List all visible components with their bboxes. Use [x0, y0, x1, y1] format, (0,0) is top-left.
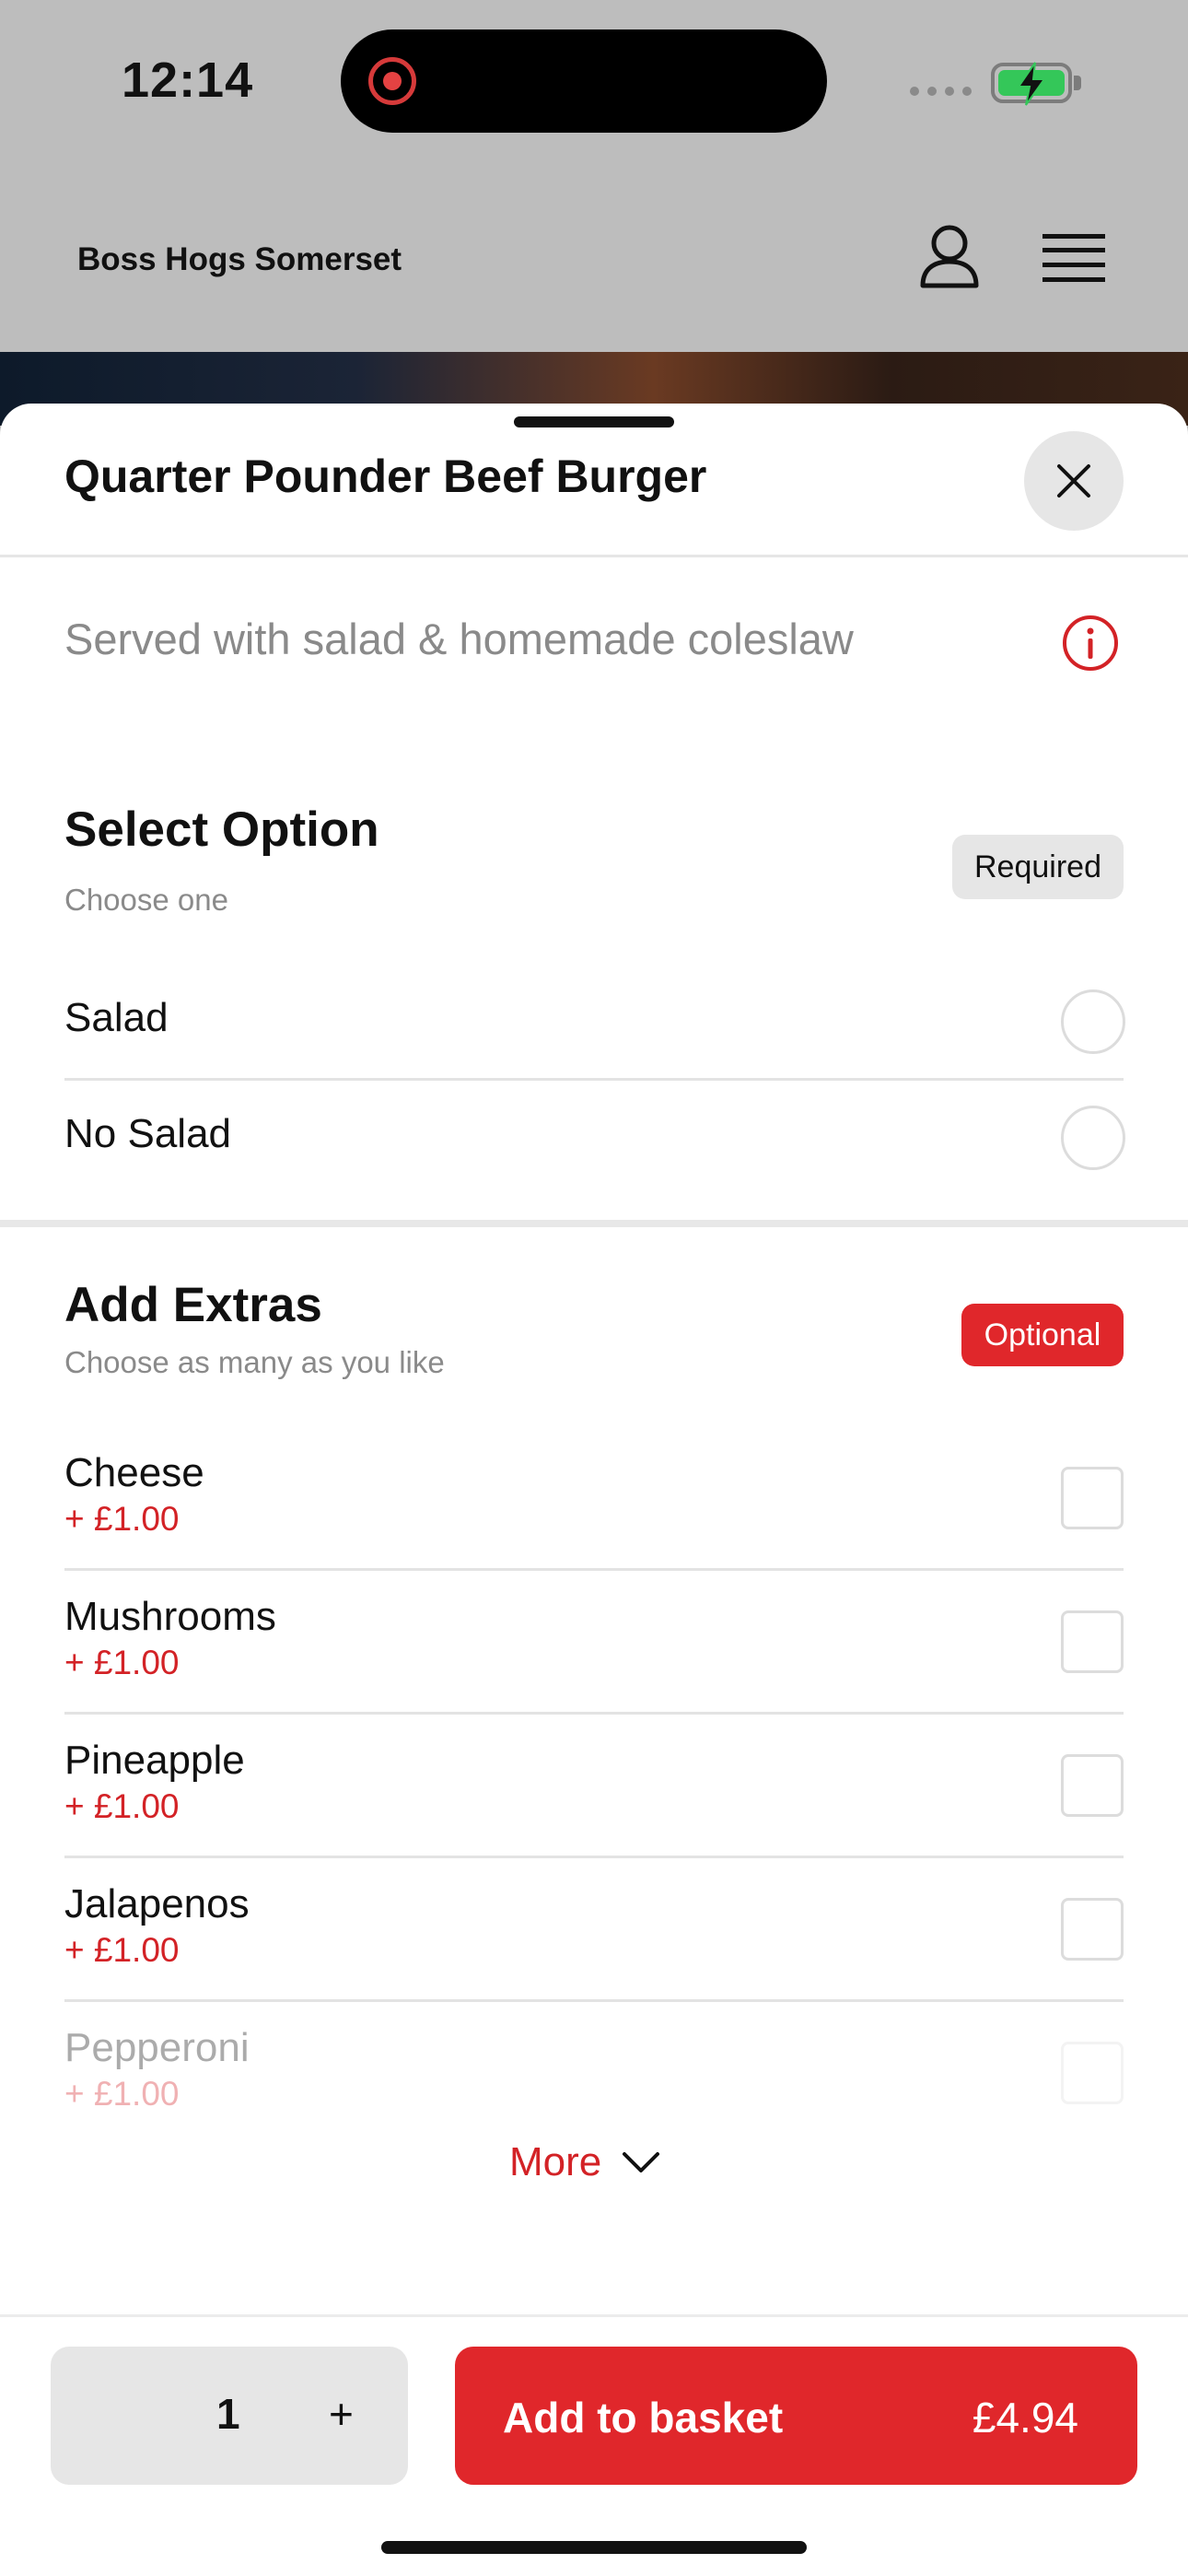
store-name: Boss Hogs Somerset [77, 241, 402, 277]
option-label-no-salad: No Salad [64, 1111, 232, 1156]
product-title: Quarter Pounder Beef Burger [64, 451, 707, 502]
chevron-down-icon [623, 2152, 660, 2172]
user-icon[interactable] [917, 223, 982, 289]
select-option-subtitle: Choose one [64, 883, 228, 917]
product-sheet: Quarter Pounder Beef Burger Served with … [0, 404, 1188, 2576]
close-icon [1057, 464, 1090, 498]
add-to-basket-label: Add to basket [503, 2394, 784, 2441]
extra-price-mushrooms: + £1.00 [64, 1644, 180, 1681]
extra-price-pineapple: + £1.00 [64, 1787, 180, 1825]
section-divider [0, 1220, 1188, 1227]
checkbox-pineapple[interactable] [1061, 1754, 1124, 1817]
row-divider [64, 1078, 1124, 1081]
select-option-title: Select Option [64, 802, 379, 857]
bottom-action-bar: 1 + Add to basket £4.94 [0, 2314, 1188, 2576]
status-bar: 12:14 [0, 0, 1188, 166]
divider [0, 555, 1188, 557]
checkbox-cheese[interactable] [1061, 1467, 1124, 1529]
more-button[interactable]: More [509, 2139, 660, 2185]
row-divider [64, 1999, 1124, 2002]
extras-subtitle: Choose as many as you like [64, 1345, 445, 1379]
quantity-increment-button[interactable]: + [329, 2389, 354, 2439]
checkbox-jalapenos[interactable] [1061, 1898, 1124, 1961]
extra-name-cheese: Cheese [64, 1450, 204, 1495]
close-button[interactable] [1024, 431, 1124, 531]
row-divider [64, 1856, 1124, 1858]
extras-title: Add Extras [64, 1278, 322, 1332]
info-icon[interactable] [1061, 614, 1120, 673]
quantity-value: 1 [216, 2390, 240, 2438]
option-label-salad: Salad [64, 995, 169, 1040]
extra-price-pepperoni: + £1.00 [64, 2075, 180, 2113]
add-to-basket-button[interactable]: Add to basket £4.94 [455, 2347, 1137, 2485]
dynamic-island [341, 29, 827, 133]
extra-price-jalapenos: + £1.00 [64, 1931, 180, 1969]
extra-name-pepperoni: Pepperoni [64, 2025, 250, 2070]
checkbox-mushrooms[interactable] [1061, 1610, 1124, 1673]
radio-salad[interactable] [1061, 989, 1125, 1054]
total-price: £4.94 [972, 2394, 1078, 2441]
charging-bolt-icon [1017, 62, 1046, 106]
row-divider [64, 1712, 1124, 1715]
status-time: 12:14 [122, 53, 254, 108]
radio-no-salad[interactable] [1061, 1106, 1125, 1170]
extra-name-mushrooms: Mushrooms [64, 1594, 276, 1639]
extra-price-cheese: + £1.00 [64, 1500, 180, 1538]
extra-name-jalapenos: Jalapenos [64, 1881, 250, 1926]
screen-recording-icon [368, 57, 416, 105]
more-label: More [509, 2139, 602, 2184]
required-badge: Required [952, 835, 1124, 899]
app-header: Boss Hogs Somerset [0, 166, 1188, 352]
optional-badge: Optional [961, 1304, 1124, 1366]
signal-icon [910, 87, 972, 96]
hamburger-menu-icon[interactable] [1042, 232, 1105, 284]
home-indicator[interactable] [381, 2541, 807, 2554]
row-divider [64, 1568, 1124, 1571]
checkbox-pepperoni[interactable] [1061, 2042, 1124, 2104]
extra-name-pineapple: Pineapple [64, 1738, 245, 1783]
quantity-stepper: 1 + [51, 2347, 408, 2485]
product-description: Served with salad & homemade coleslaw [64, 615, 854, 663]
sheet-grabber[interactable] [514, 416, 674, 427]
